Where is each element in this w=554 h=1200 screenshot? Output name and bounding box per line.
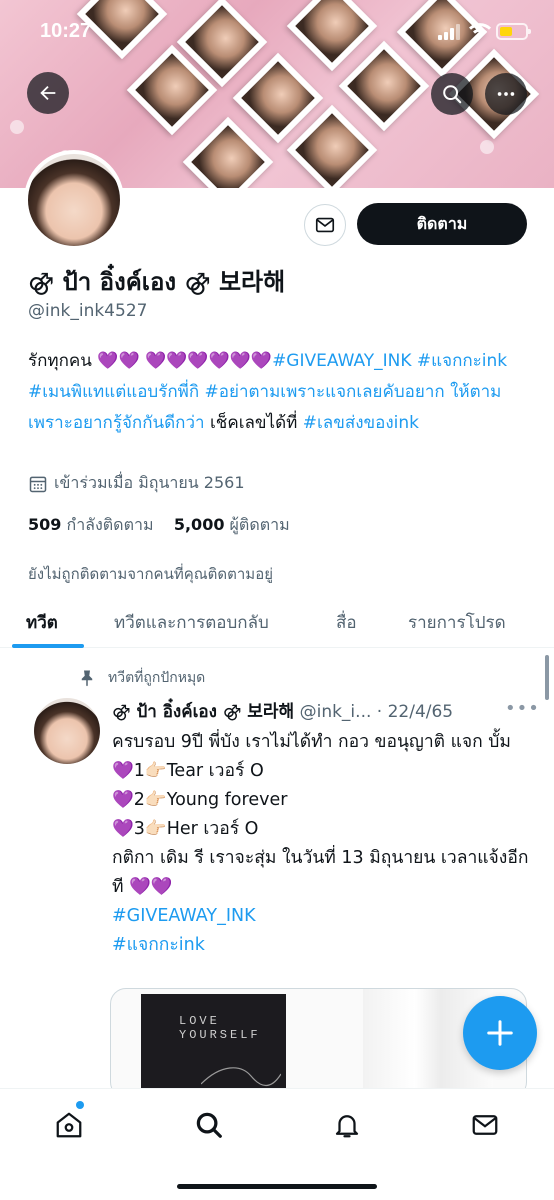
tweet-line-3: 💜2👉🏻Young forever bbox=[112, 790, 288, 810]
tweet-text[interactable]: ครบรอบ 9ปี พี่บัง เราไม่ได้ทำ กอว ขอนุญา… bbox=[112, 728, 532, 960]
compose-icon bbox=[487, 1020, 513, 1046]
status-bar: 10:27 bbox=[0, 0, 554, 64]
followers-count: 5,000 bbox=[173, 515, 225, 534]
profile-tabs: ทวีต ทวีตและการตอบกลับ สื่อ รายการโปรด bbox=[0, 596, 554, 648]
not-followed-notice: ยังไม่ถูกติดตามจากคนที่คุณติดตามอยู่ bbox=[28, 565, 273, 583]
scrollbar[interactable] bbox=[545, 655, 549, 700]
following-link[interactable]: 509 กำลังติดตาม bbox=[28, 515, 154, 534]
tweet-avatar[interactable] bbox=[34, 698, 100, 764]
pinned-text: ทวีตที่ถูกปักหมุด bbox=[108, 670, 206, 686]
joined-date: เข้าร่วมเมื่อ มิถุนายน 2561 bbox=[28, 471, 245, 496]
tweet-hashtag-ink[interactable]: #แจกกะink bbox=[112, 931, 532, 960]
tab-active-indicator bbox=[12, 644, 84, 648]
profile-avatar[interactable] bbox=[24, 150, 124, 250]
back-button[interactable] bbox=[27, 72, 69, 114]
tab-media[interactable]: สื่อ bbox=[336, 609, 357, 636]
compose-button[interactable] bbox=[463, 996, 537, 1070]
nav-search[interactable] bbox=[193, 1109, 225, 1141]
tweet-hashtag-giveaway[interactable]: #GIVEAWAY_INK bbox=[112, 902, 532, 931]
back-icon bbox=[40, 85, 56, 101]
album-image: LOVE YOURSELF bbox=[141, 994, 286, 1097]
follow-button[interactable]: ติดตาม bbox=[357, 203, 527, 245]
bio-tail: เช็คเลขได้ที่ bbox=[209, 413, 298, 433]
tweet-line-4: 💜3👉🏻Her เวอร์ O bbox=[112, 819, 259, 839]
tweet-more-icon[interactable]: ••• bbox=[505, 698, 540, 719]
tab-tweets-replies[interactable]: ทวีตและการตอบกลับ bbox=[114, 609, 269, 636]
followers-label: ผู้ติดตาม bbox=[229, 515, 290, 534]
search-button[interactable] bbox=[431, 73, 473, 115]
battery-icon bbox=[496, 23, 531, 40]
home-indicator bbox=[177, 1184, 377, 1189]
nav-notifications[interactable] bbox=[331, 1109, 363, 1141]
tab-tweets[interactable]: ทวีต bbox=[26, 609, 58, 636]
joined-text: เข้าร่วมเมื่อ มิถุนายน 2561 bbox=[54, 473, 245, 492]
pinned-label: ทวีตที่ถูกปักหมุด bbox=[78, 667, 205, 689]
nav-messages[interactable] bbox=[469, 1109, 501, 1141]
signal-icon bbox=[438, 24, 460, 40]
more-icon bbox=[497, 92, 515, 96]
followers-link[interactable]: 5,000 ผู้ติดตาม bbox=[174, 515, 290, 534]
profile-handle: @ink_ink4527 bbox=[28, 301, 148, 321]
more-button[interactable] bbox=[485, 73, 527, 115]
tweet-author-handle[interactable]: @ink_i... bbox=[300, 702, 372, 722]
mail-icon bbox=[315, 217, 335, 233]
notifications-icon bbox=[335, 1115, 359, 1138]
wifi-icon bbox=[469, 23, 491, 39]
bio-hashtag-giveaway[interactable]: #GIVEAWAY_INK bbox=[272, 351, 411, 371]
tweet-line-2: 💜1👉🏻Tear เวอร์ O bbox=[112, 761, 264, 781]
search-nav-icon bbox=[196, 1112, 222, 1138]
tab-likes[interactable]: รายการโปรด bbox=[408, 609, 506, 636]
following-label: กำลังติดตาม bbox=[66, 515, 154, 534]
pin-icon bbox=[81, 670, 93, 687]
messages-icon bbox=[472, 1115, 498, 1135]
tweet-line-1: ครบรอบ 9ปี พี่บัง เราไม่ได้ทำ กอว ขอนุญา… bbox=[112, 732, 511, 752]
profile-bio: รักทุกคน 💜💜 💜💜💜💜💜💜#GIVEAWAY_INK #แจกกะin… bbox=[28, 346, 533, 439]
album-title: LOVE YOURSELF bbox=[179, 1014, 261, 1042]
bio-text: รักทุกคน 💜💜 💜💜💜💜💜💜 bbox=[28, 351, 273, 371]
tweet-date[interactable]: · 22/4/65 bbox=[377, 702, 453, 722]
search-icon bbox=[443, 85, 462, 104]
follow-counts: 509 กำลังติดตาม 5,000 ผู้ติดตาม bbox=[28, 513, 290, 538]
nav-home[interactable] bbox=[53, 1109, 85, 1141]
bio-hashtag-shipping[interactable]: #เลขส่งของink bbox=[303, 413, 419, 433]
calendar-icon bbox=[29, 476, 47, 492]
home-icon bbox=[56, 1112, 82, 1138]
following-count: 509 bbox=[28, 515, 62, 534]
message-button[interactable] bbox=[304, 204, 346, 246]
home-notification-dot bbox=[76, 1101, 84, 1109]
tweet-header: ⚣ ป้า อิ๋งค์เอง ⚣ 보라해 @ink_i... · 22/4/6… bbox=[112, 697, 527, 725]
tweet-author-name[interactable]: ⚣ ป้า อิ๋งค์เอง ⚣ 보라해 bbox=[112, 702, 294, 722]
profile-display-name: ⚣ ป้า อิ๋งค์เอง ⚣ 보라해 bbox=[28, 268, 286, 296]
status-time: 10:27 bbox=[40, 20, 92, 42]
tweet-line-5: กติกา เดิม รี เราจะสุ่ม ในวันที่ 13 มิถุ… bbox=[112, 848, 529, 897]
